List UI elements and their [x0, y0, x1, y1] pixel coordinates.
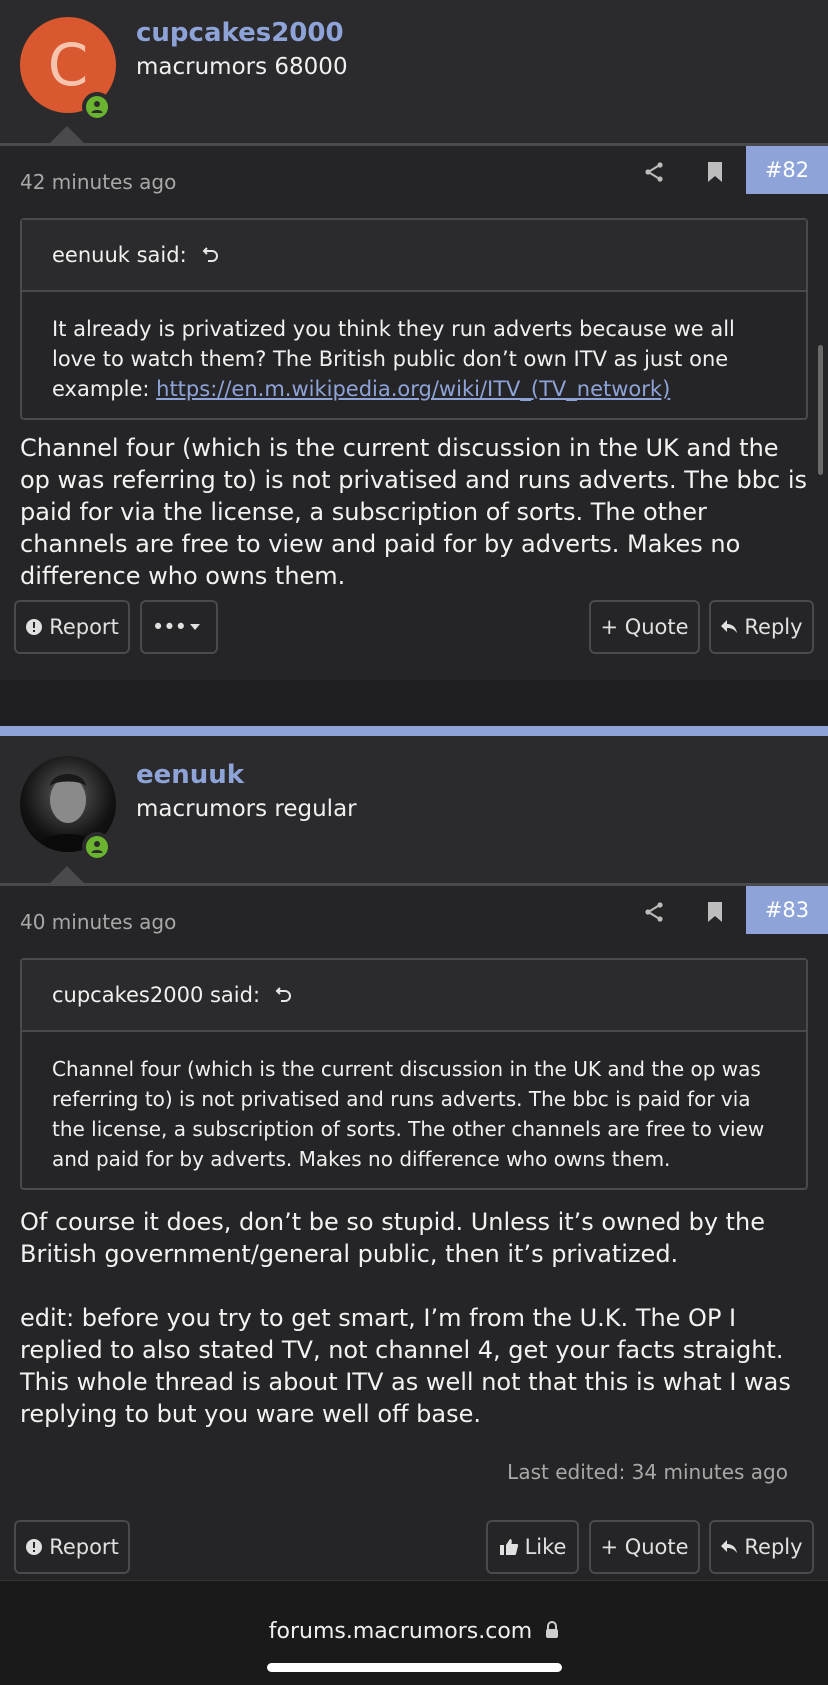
message-paragraph: Of course it does, don’t be so stupid. U…	[20, 1208, 766, 1268]
share-icon[interactable]	[642, 900, 666, 924]
post-time[interactable]: 40 minutes ago	[20, 910, 176, 934]
thumbs-up-icon	[499, 1539, 518, 1555]
post-body: 42 minutes ago #82 eenuuk said: It alrea…	[0, 146, 828, 680]
bookmark-icon[interactable]	[704, 900, 726, 924]
quote-text: Channel four (which is the current discu…	[22, 1032, 806, 1188]
quote-text: It already is privatized you think they …	[22, 292, 806, 418]
alert-icon	[26, 1539, 43, 1555]
post-number[interactable]: #83	[746, 886, 828, 934]
alert-icon	[26, 619, 43, 635]
online-status-icon	[82, 92, 112, 122]
message-text: Of course it does, don’t be so stupid. U…	[0, 1190, 828, 1430]
url-display[interactable]: forums.macrumors.com	[0, 1619, 828, 1644]
more-options-button[interactable]: •••	[140, 600, 218, 654]
post-header: C cupcakes2000 macrumors 68000	[0, 0, 828, 146]
caret-down-icon	[190, 624, 201, 630]
pointer-arrow	[47, 126, 87, 146]
post-time[interactable]: 42 minutes ago	[20, 170, 176, 194]
post-body: 40 minutes ago #83 cupcakes2000 said: Ch…	[0, 886, 828, 1620]
post-number[interactable]: #82	[746, 146, 828, 194]
share-icon[interactable]	[642, 160, 666, 184]
avatar-letter: C	[47, 31, 89, 99]
wiki-link[interactable]: https://en.m.wikipedia.org/wiki/ITV_(TV_…	[156, 377, 670, 401]
more-label: •••	[151, 615, 187, 639]
edited-row: Last edited: 34 minutes ago	[0, 1430, 828, 1520]
post-83: eenuuk macrumors regular 40 minutes ago …	[0, 736, 828, 1620]
username[interactable]: eenuuk	[136, 760, 244, 790]
message-paragraph: edit: before you try to get smart, I’m f…	[20, 1304, 791, 1428]
post-meta: 40 minutes ago #83	[0, 886, 828, 958]
home-indicator[interactable]	[267, 1663, 562, 1672]
online-status-icon	[82, 832, 112, 862]
like-button[interactable]: Like	[486, 1520, 579, 1574]
reply-label: Reply	[744, 1535, 803, 1559]
quote-author: cupcakes2000 said:	[52, 983, 261, 1007]
scrollbar[interactable]	[818, 345, 823, 475]
last-edited[interactable]: Last edited: 34 minutes ago	[507, 1460, 788, 1484]
report-button[interactable]: Report	[14, 1520, 130, 1574]
pointer-arrow	[47, 866, 87, 886]
post-82: C cupcakes2000 macrumors 68000 42 minute…	[0, 0, 828, 680]
user-title: macrumors 68000	[136, 54, 348, 80]
report-button[interactable]: Report	[14, 600, 130, 654]
quote-button[interactable]: + Quote	[589, 600, 700, 654]
post-separator	[0, 726, 828, 736]
user-title: macrumors regular	[136, 796, 357, 822]
return-icon[interactable]	[201, 245, 221, 265]
message-paragraph: Channel four (which is the current discu…	[20, 434, 807, 590]
quote-author: eenuuk said:	[52, 243, 187, 267]
quote-block: eenuuk said: It already is privatized yo…	[20, 218, 808, 420]
quote-label: + Quote	[600, 1535, 689, 1559]
quote-body: Channel four (which is the current discu…	[52, 1057, 765, 1171]
quote-block: cupcakes2000 said: Channel four (which i…	[20, 958, 808, 1190]
lock-icon	[546, 1621, 559, 1638]
report-label: Report	[49, 615, 119, 639]
quote-label: + Quote	[600, 615, 689, 639]
username[interactable]: cupcakes2000	[136, 18, 344, 48]
reply-icon	[721, 1540, 738, 1553]
quote-button[interactable]: + Quote	[589, 1520, 700, 1574]
reply-button[interactable]: Reply	[709, 600, 814, 654]
quote-header[interactable]: cupcakes2000 said:	[22, 960, 806, 1032]
post-actions: Report ••• + Quote Reply	[0, 600, 828, 680]
like-label: Like	[524, 1535, 567, 1559]
post-meta: 42 minutes ago #82	[0, 146, 828, 218]
return-icon[interactable]	[274, 985, 294, 1005]
report-label: Report	[49, 1535, 119, 1559]
post-header: eenuuk macrumors regular	[0, 736, 828, 886]
browser-url-bar[interactable]: forums.macrumors.com	[0, 1580, 828, 1685]
reply-button[interactable]: Reply	[709, 1520, 814, 1574]
quote-header[interactable]: eenuuk said:	[22, 220, 806, 292]
url-text: forums.macrumors.com	[268, 1619, 533, 1644]
reply-label: Reply	[744, 615, 803, 639]
post-gap	[0, 694, 828, 726]
bookmark-icon[interactable]	[704, 160, 726, 184]
reply-icon	[721, 620, 738, 633]
message-text: Channel four (which is the current discu…	[0, 420, 828, 600]
